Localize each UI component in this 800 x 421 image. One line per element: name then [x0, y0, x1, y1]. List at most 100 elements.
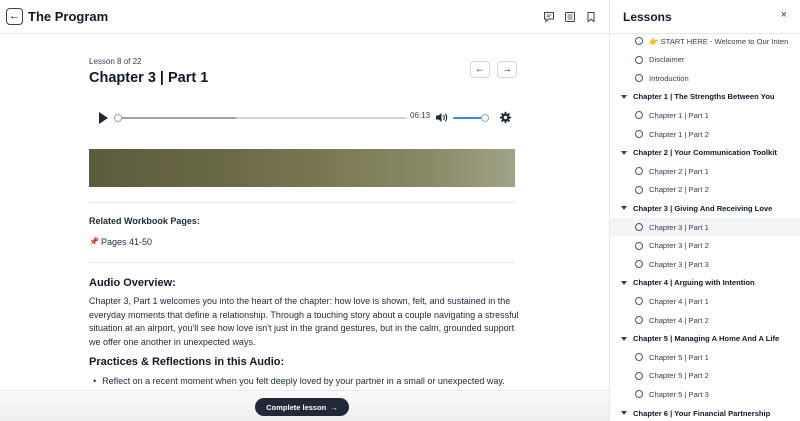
lesson-image: [89, 149, 515, 187]
comment-icon[interactable]: [543, 10, 555, 23]
radio-circle-icon: [635, 111, 643, 120]
practice-item: • Reflect on a recent moment when you fe…: [93, 376, 505, 386]
radio-circle-icon: [635, 74, 643, 83]
lesson-label: Chapter 2 | Part 2: [649, 185, 709, 195]
chapter-header[interactable]: Chapter 3 | Giving And Receiving Love: [610, 199, 800, 217]
lesson-item[interactable]: Chapter 1 | Part 1: [610, 106, 800, 124]
radio-circle-icon: [635, 130, 643, 138]
lesson-label: Chapter 3 | Part 1: [649, 222, 709, 232]
workbook-label: Related Workbook Pages:: [89, 216, 200, 226]
audio-duration: 06:13: [410, 111, 431, 120]
radio-circle-icon: [635, 37, 643, 45]
radio-circle-icon: [635, 223, 643, 231]
header-actions: [543, 10, 597, 23]
chapter-label: Chapter 5 | Managing A Home And A Life: [633, 334, 780, 344]
chapter-header[interactable]: Chapter 4 | Arguing with Intention: [610, 274, 800, 292]
chapter-label: Chapter 6 | Your Financial Partnership: [633, 408, 771, 418]
volume-slider[interactable]: [453, 114, 489, 122]
lesson-content: Lesson 8 of 22 Chapter 3 | Part 1 ← → 06…: [0, 34, 609, 390]
lesson-label: Chapter 1 | Part 1: [649, 110, 709, 120]
radio-circle-icon: [635, 316, 643, 324]
radio-circle-icon: [635, 260, 643, 269]
lesson-item[interactable]: Chapter 1 | Part 2: [610, 125, 800, 143]
complete-lesson-label: Complete lesson: [266, 402, 327, 412]
lesson-item[interactable]: Chapter 2 | Part 2: [610, 181, 800, 199]
lesson-item[interactable]: Chapter 3 | Part 2: [610, 237, 800, 255]
next-lesson-button[interactable]: →: [497, 61, 517, 78]
chevron-down-icon: [621, 94, 627, 99]
radio-circle-icon: [635, 55, 643, 64]
workbook-pages: 📌 Pages 41-50: [89, 237, 152, 247]
audio-player: 06:13: [97, 110, 512, 126]
gear-icon[interactable]: [499, 111, 512, 124]
lesson-footer: Complete lesson →: [0, 390, 609, 421]
radio-circle-icon: [635, 390, 643, 399]
lesson-label: Chapter 1 | Part 2: [649, 129, 709, 139]
chapter-header[interactable]: Chapter 5 | Managing A Home And A Life: [610, 330, 800, 348]
lesson-label: Chapter 4 | Part 2: [649, 315, 709, 325]
lesson-item[interactable]: Chapter 2 | Part 1: [610, 162, 800, 180]
lesson-item[interactable]: Chapter 5 | Part 2: [610, 367, 800, 385]
overview-heading: Audio Overview:: [89, 277, 176, 289]
top-bar: ← The Program: [0, 0, 609, 34]
chapter-label: Chapter 4 | Arguing with Intention: [633, 278, 755, 288]
lesson-counter: Lesson 8 of 22: [89, 57, 142, 66]
practice-text: Reflect on a recent moment when you felt…: [102, 376, 505, 386]
arrow-right-icon: →: [330, 402, 338, 412]
volume-icon[interactable]: [435, 111, 449, 124]
lesson-item[interactable]: Introduction: [610, 69, 800, 87]
lesson-item[interactable]: Chapter 3 | Part 1: [610, 218, 800, 236]
complete-lesson-button[interactable]: Complete lesson →: [255, 398, 349, 416]
lesson-label: Chapter 2 | Part 1: [649, 166, 709, 176]
chevron-down-icon: [621, 206, 627, 211]
chapter-header[interactable]: Chapter 2 | Your Communication Toolkit: [610, 144, 800, 162]
radio-circle-icon: [635, 185, 643, 194]
chapter-label: Chapter 3 | Giving And Receiving Love: [633, 203, 773, 213]
chapter-header[interactable]: Chapter 1 | The Strengths Between You: [610, 88, 800, 106]
lesson-label: Disclaimer: [649, 55, 685, 65]
lesson-label: Chapter 5 | Part 2: [649, 371, 709, 381]
sidebar-title: Lessons: [623, 10, 672, 24]
back-button[interactable]: ←: [6, 8, 23, 25]
workbook-pages-text: Pages 41-50: [101, 237, 153, 247]
lesson-label: Introduction: [649, 73, 689, 83]
chapter-label: Chapter 2 | Your Communication Toolkit: [633, 148, 777, 158]
lesson-label: 👉 START HERE - Welcome to Our Inten: [649, 36, 789, 46]
lesson-label: Chapter 4 | Part 1: [649, 296, 709, 306]
lesson-item[interactable]: Chapter 4 | Part 2: [610, 311, 800, 329]
buffered-bar: [117, 117, 236, 119]
radio-circle-icon: [635, 371, 643, 380]
lesson-label: Chapter 3 | Part 3: [649, 259, 709, 269]
practices-heading: Practices & Reflections in this Audio:: [89, 356, 285, 368]
lesson-item[interactable]: Chapter 4 | Part 1: [610, 292, 800, 310]
seek-handle[interactable]: [114, 114, 122, 122]
arrow-right-icon: →: [502, 64, 512, 75]
lesson-item[interactable]: Disclaimer: [610, 51, 800, 69]
radio-circle-icon: [635, 297, 643, 306]
radio-circle-icon: [635, 241, 643, 250]
lesson-item[interactable]: Chapter 5 | Part 1: [610, 348, 800, 366]
radio-circle-icon: [635, 167, 643, 176]
arrow-left-icon: ←: [9, 10, 20, 22]
divider: [89, 262, 515, 263]
chapter-label: Chapter 1 | The Strengths Between You: [633, 92, 775, 102]
volume-handle[interactable]: [480, 114, 489, 122]
close-icon[interactable]: ×: [781, 9, 787, 21]
lesson-label: Chapter 5 | Part 1: [649, 352, 709, 362]
previous-lesson-button[interactable]: ←: [470, 61, 490, 78]
audio-seek-bar[interactable]: [114, 114, 407, 122]
divider: [89, 202, 515, 203]
bookmark-icon[interactable]: [585, 10, 597, 23]
radio-circle-icon: [635, 353, 643, 362]
lesson-navigation: ← →: [470, 61, 517, 78]
pushpin-icon: 📌: [89, 237, 99, 246]
lesson-item[interactable]: Chapter 5 | Part 3: [610, 385, 800, 403]
chevron-down-icon: [621, 411, 627, 415]
play-icon[interactable]: [99, 112, 108, 124]
chapter-header[interactable]: Chapter 6 | Your Financial Partnership: [610, 404, 800, 421]
notes-icon[interactable]: [564, 10, 576, 22]
lesson-item[interactable]: 👉 START HERE - Welcome to Our Inten: [610, 34, 800, 50]
volume-level: [453, 117, 485, 119]
lesson-list: 👉 START HERE - Welcome to Our Inten Discl…: [610, 34, 800, 421]
lesson-item[interactable]: Chapter 3 | Part 3: [610, 255, 800, 273]
